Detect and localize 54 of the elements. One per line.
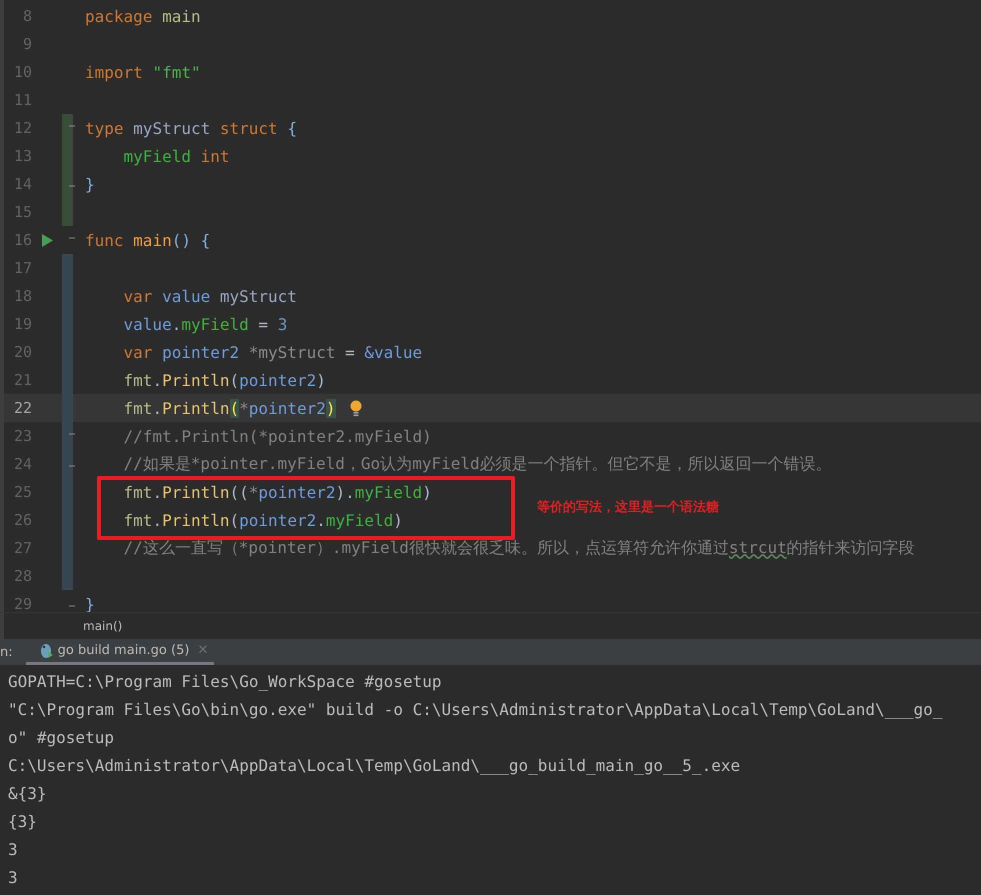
console-line: &{3} xyxy=(8,783,48,805)
console-line: o" #gosetup xyxy=(8,727,115,749)
code-line: package main xyxy=(85,6,201,26)
code-line: var value myStruct xyxy=(122,286,297,306)
code-line: //fmt.Println(*pointer2.myField) xyxy=(122,426,432,446)
code-line: fmt.Println(pointer2) xyxy=(122,370,326,390)
code-line: import "fmt" xyxy=(85,62,201,82)
run-icon[interactable] xyxy=(42,234,52,246)
line-number: 29 xyxy=(12,595,32,612)
console-line: C:\Users\Administrator\AppData\Local\Temp\GoLand\___go_build_main_go__5_.exe xyxy=(8,755,742,777)
code-line: //这么一直写（*pointer）.myField很快就会很乏味。所以，点运算符允许你通过strcut的指针来访问字段 xyxy=(122,538,915,558)
lightbulb-icon[interactable] xyxy=(350,400,362,416)
blob-play-icon xyxy=(40,642,54,658)
code-line: myField int xyxy=(122,146,230,166)
line-number: 16 xyxy=(12,231,32,249)
code-line: fmt.Println((*pointer2).myField) xyxy=(122,482,432,502)
code-line: fmt.Println(*pointer2) xyxy=(122,398,336,418)
code-line: type myStruct struct { xyxy=(85,118,297,138)
line-number: 28 xyxy=(12,567,32,585)
console-line: 3 xyxy=(8,839,19,861)
line-number: 20 xyxy=(12,343,32,361)
line-number: 24 xyxy=(12,455,32,473)
line-number: 26 xyxy=(12,511,32,529)
line-number: 12 xyxy=(12,119,32,137)
breadcrumb[interactable]: main() xyxy=(83,619,122,633)
line-number: 11 xyxy=(12,91,32,109)
line-number: 22 xyxy=(12,399,32,417)
line-number: 18 xyxy=(12,287,32,305)
run-tab[interactable]: go build main.go (5) ✕ xyxy=(26,639,214,665)
code-line: //如果是*pointer.myField，Go认为myField必须是一个指针。但它不是，所以返回一个错误。 xyxy=(122,454,832,474)
line-number: 17 xyxy=(12,259,32,277)
annotation-text: 等价的写法，这里是一个语法糖 xyxy=(537,498,719,516)
line-number: 25 xyxy=(12,483,32,501)
console-line: "C:\Program Files\Go\bin\go.exe" build -o C:\Users\Administrator\AppData\Local\Temp\GoLand\___go_ xyxy=(8,699,944,721)
code-line: } xyxy=(85,594,95,612)
line-number: 9 xyxy=(22,35,32,53)
code-line: fmt.Println(pointer2.myField) xyxy=(122,510,403,530)
code-line: func main() { xyxy=(85,230,210,250)
line-number: 13 xyxy=(12,147,32,165)
line-number: 15 xyxy=(12,203,32,221)
code-line: } xyxy=(85,174,95,194)
line-number: 23 xyxy=(12,427,32,445)
line-number: 14 xyxy=(12,175,32,193)
line-number: 21 xyxy=(12,371,32,389)
panel-label: n: xyxy=(0,644,13,662)
console-line: {3} xyxy=(8,811,38,833)
console-line: GOPATH=C:\Program Files\Go_WorkSpace #gosetup xyxy=(8,671,442,693)
line-number: 10 xyxy=(12,63,32,81)
console-line: 3 xyxy=(8,867,19,889)
line-number: 8 xyxy=(22,7,32,25)
line-number: 27 xyxy=(12,539,32,557)
line-number: 19 xyxy=(12,315,32,333)
code-line: value.myField = 3 xyxy=(122,314,288,334)
code-line: var pointer2 *myStruct = &value xyxy=(122,342,422,362)
